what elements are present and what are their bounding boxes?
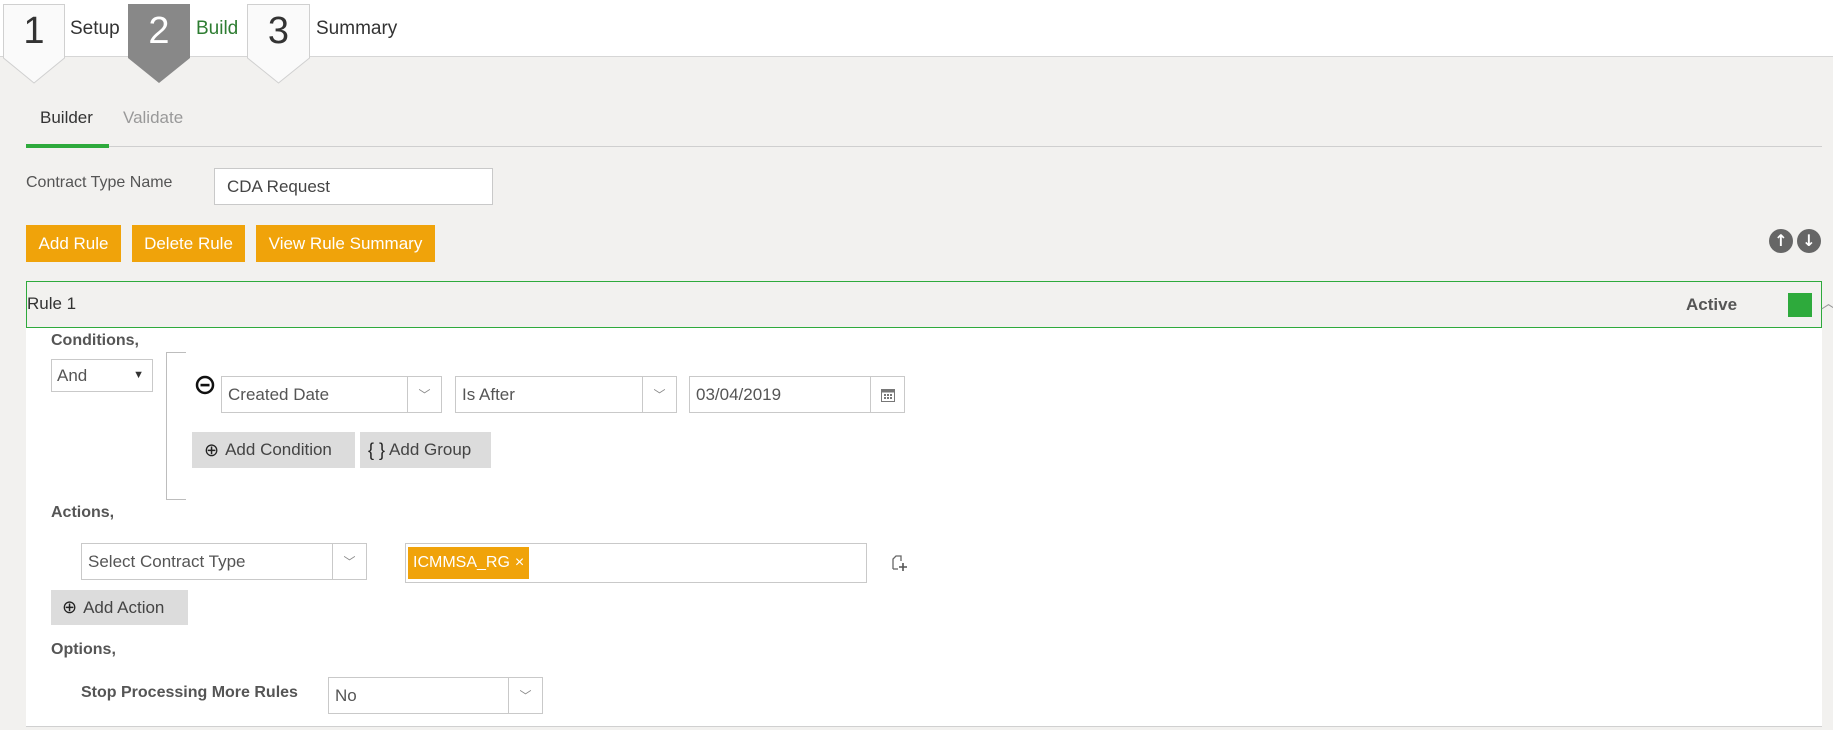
plus-circle-icon: ⊕	[204, 439, 220, 460]
rule-title: Rule 1	[27, 294, 77, 313]
caret-down-icon: ▼	[133, 369, 144, 381]
condition-comparator-value: Is After	[462, 384, 515, 404]
contract-type-name-label: Contract Type Name	[26, 174, 173, 191]
chevron-down-icon: ﹀	[508, 678, 542, 713]
contract-type-name-input[interactable]: CDA Request	[214, 168, 493, 205]
wizard-step-setup[interactable]: 1	[3, 4, 65, 84]
add-action-label: Add Action	[83, 597, 165, 617]
selected-tag: ICMMSA_RG ×	[408, 547, 530, 579]
active-tab-indicator	[26, 144, 109, 148]
stop-processing-select[interactable]: No ﹀	[328, 677, 543, 714]
contract-type-placeholder: Select Contract Type	[88, 551, 246, 571]
condition-field-value: Created Date	[228, 384, 330, 404]
rule-header[interactable]: Rule 1 Active ︿	[26, 281, 1833, 328]
stop-processing-value: No	[335, 685, 357, 705]
condition-date-value: 03/04/2019	[696, 384, 782, 404]
stop-processing-label: Stop Processing More Rules	[81, 684, 298, 701]
add-condition-button[interactable]: ⊕ Add Condition	[192, 432, 355, 468]
condition-group-bracket	[166, 352, 186, 500]
arrow-down-circle-icon[interactable]: ↓	[1797, 229, 1821, 253]
tabs-divider	[26, 146, 1822, 147]
tab-validate[interactable]: Validate	[123, 108, 183, 128]
step-label-setup[interactable]: Setup	[70, 18, 120, 40]
braces-icon: { }	[368, 439, 386, 460]
chevron-up-icon[interactable]: ︿	[1821, 292, 1833, 313]
remove-tag-icon[interactable]: ×	[515, 554, 524, 572]
add-condition-label: Add Condition	[225, 440, 332, 459]
add-rule-button[interactable]: Add Rule	[26, 225, 121, 262]
chevron-down-icon: ﹀	[642, 377, 676, 412]
condition-operator-value: And	[57, 365, 88, 385]
chevron-down-icon: ﹀	[407, 377, 441, 412]
calendar-icon[interactable]	[870, 377, 904, 412]
plus-circle-icon: ⊕	[62, 597, 78, 617]
step-number: 3	[267, 10, 290, 52]
rule-status-label: Active	[1686, 295, 1738, 314]
step-number: 1	[23, 10, 45, 52]
arrow-up-circle-icon[interactable]: ↑	[1769, 229, 1793, 253]
add-action-button[interactable]: ⊕ Add Action	[51, 590, 188, 625]
condition-operator-select[interactable]: And ▼	[51, 359, 153, 392]
wizard-step-summary[interactable]: 3	[247, 4, 310, 84]
actions-label: Actions,	[51, 504, 115, 521]
contract-type-select[interactable]: Select Contract Type ﹀	[81, 543, 367, 580]
step-label-build[interactable]: Build	[196, 18, 238, 40]
add-contract-type-icon[interactable]	[889, 553, 909, 573]
delete-rule-button[interactable]: Delete Rule	[132, 225, 245, 262]
condition-field-select[interactable]: Created Date ﹀	[221, 376, 442, 413]
condition-comparator-select[interactable]: Is After ﹀	[455, 376, 677, 413]
tab-builder[interactable]: Builder	[40, 108, 93, 128]
add-group-button[interactable]: { } Add Group	[360, 432, 491, 468]
add-group-label: Add Group	[389, 440, 472, 459]
rule-active-toggle[interactable]	[1788, 293, 1812, 317]
wizard-step-build[interactable]: 2	[128, 4, 190, 84]
chevron-down-icon: ﹀	[332, 544, 366, 579]
remove-condition-icon[interactable]	[195, 375, 215, 395]
condition-date-input[interactable]: 03/04/2019	[689, 376, 905, 413]
tag-label: ICMMSA_RG	[413, 554, 510, 571]
step-number: 2	[148, 10, 170, 52]
options-label: Options,	[51, 641, 116, 658]
step-label-summary[interactable]: Summary	[316, 18, 397, 40]
view-rule-summary-button[interactable]: View Rule Summary	[256, 225, 435, 262]
conditions-label: Conditions,	[51, 332, 139, 349]
